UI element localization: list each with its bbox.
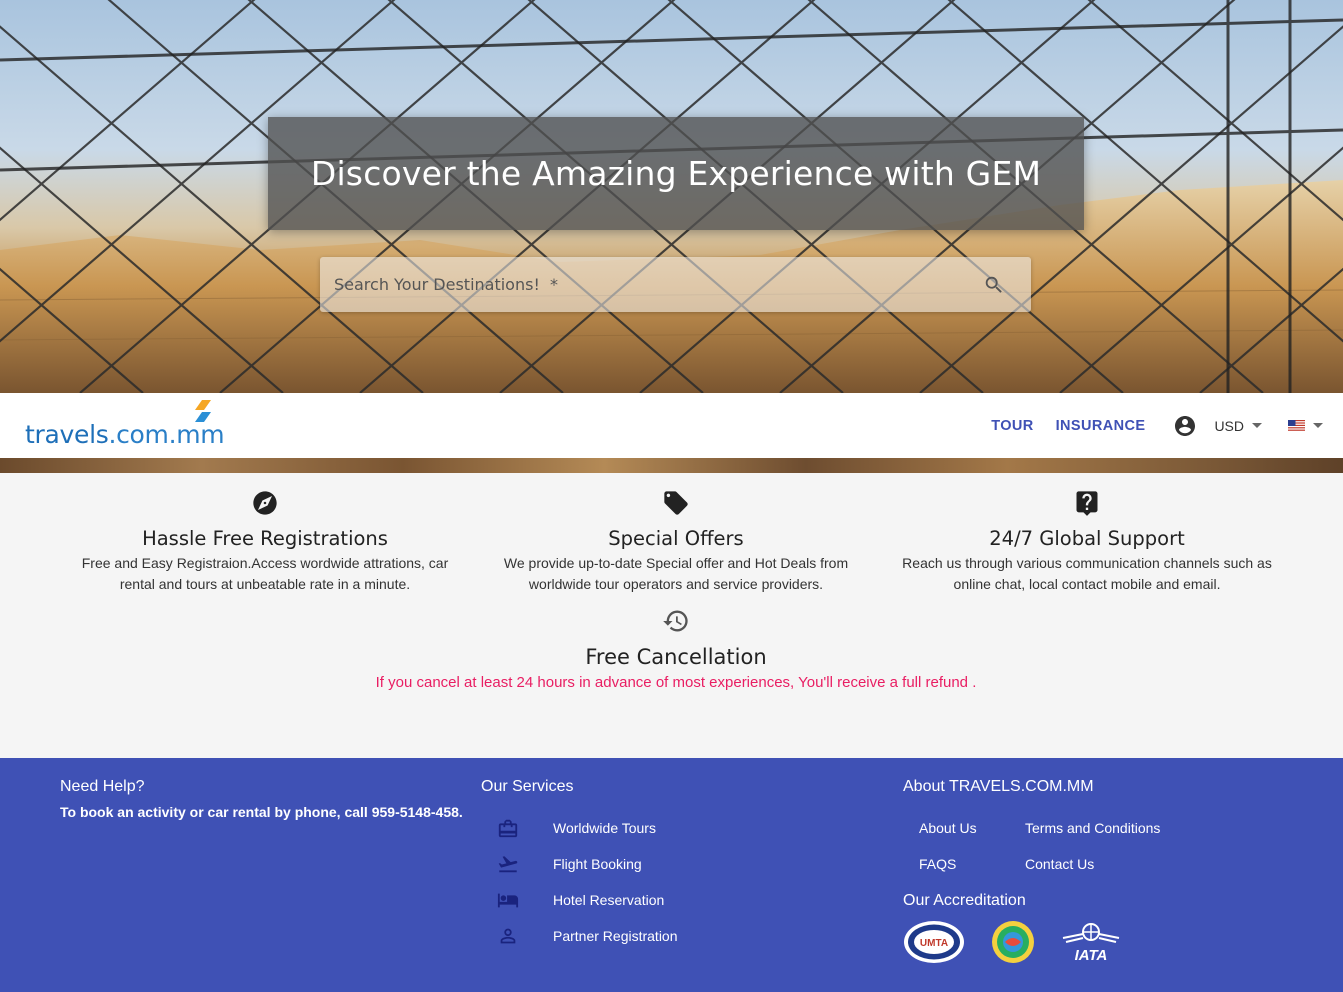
history-icon [663, 610, 688, 632]
service-flight-booking[interactable]: Flight Booking [481, 846, 891, 882]
accreditation-badges: UMTA IATA [903, 920, 1313, 964]
nav-link-tour[interactable]: TOUR [991, 418, 1033, 434]
currency-select[interactable]: USD [1214, 418, 1262, 434]
service-label: Partner Registration [553, 928, 678, 944]
footer-help-text: To book an activity or car rental by pho… [60, 804, 463, 820]
service-partner-registration[interactable]: Partner Registration [481, 918, 891, 954]
destination-search-input[interactable] [320, 257, 983, 312]
features-section: Hassle Free Registrations Free and Easy … [0, 473, 1343, 758]
service-label: Worldwide Tours [553, 820, 656, 836]
svg-text:UMTA: UMTA [920, 938, 948, 949]
chevron-down-icon [1252, 423, 1262, 428]
contact-us-link[interactable]: Contact Us [1025, 846, 1225, 882]
feature-title: 24/7 Global Support [989, 527, 1185, 550]
hero-image-strip [0, 458, 1343, 473]
footer-help-heading: Need Help? [60, 778, 145, 795]
person-icon [500, 928, 516, 944]
hero-title-box: Discover the Amazing Experience with GEM [268, 117, 1084, 230]
faqs-link[interactable]: FAQS [919, 846, 1025, 882]
cancellation-description: If you cancel at least 24 hours in advan… [375, 674, 977, 691]
service-hotel-reservation[interactable]: Hotel Reservation [481, 882, 891, 918]
feature-description: Reach us through various communication c… [902, 555, 1272, 592]
service-label: Hotel Reservation [553, 892, 665, 908]
service-worldwide-tours[interactable]: Worldwide Tours [481, 810, 891, 846]
logo-text: travels.com.mm [25, 420, 225, 449]
logo-mark-icon [195, 400, 211, 422]
navbar: travels.com.mm TOUR INSURANCE USD [0, 393, 1343, 458]
nav-link-insurance[interactable]: INSURANCE [1056, 418, 1146, 434]
footer-services-heading: Our Services [481, 778, 574, 795]
compass-icon [253, 491, 277, 515]
footer: Need Help? To book an activity or car re… [0, 758, 1343, 992]
svg-text:IATA: IATA [1075, 947, 1108, 964]
cancellation-title: Free Cancellation [585, 645, 767, 669]
tourism-association-badge-icon [992, 921, 1034, 963]
footer-about-heading: About TRAVELS.COM.MM [903, 778, 1094, 795]
tag-icon [664, 491, 688, 515]
hotel-bed-icon [497, 893, 519, 908]
live-help-icon [1076, 491, 1098, 516]
terms-link[interactable]: Terms and Conditions [1025, 810, 1225, 846]
feature-global-support: 24/7 Global Support Reach us through var… [882, 489, 1292, 595]
flight-takeoff-icon [498, 856, 518, 873]
feature-description: We provide up-to-date Special offer and … [503, 555, 849, 592]
accreditation-heading: Our Accreditation [903, 892, 1026, 909]
currency-value: USD [1214, 417, 1244, 434]
hero-banner: Discover the Amazing Experience with GEM [0, 0, 1343, 393]
chevron-down-icon [1313, 423, 1323, 428]
feature-free-cancellation: Free Cancellation If you cancel at least… [271, 607, 1081, 691]
language-select[interactable] [1288, 419, 1323, 432]
footer-services: Our Services Worldwide Tours Flight Book… [481, 778, 891, 954]
footer-about: About TRAVELS.COM.MM About Us Terms and … [903, 778, 1313, 964]
iata-badge-icon: IATA [1062, 923, 1120, 964]
service-label: Flight Booking [553, 856, 642, 872]
search-icon[interactable] [983, 274, 1005, 296]
briefcase-icon [498, 819, 518, 838]
account-circle-icon[interactable] [1173, 414, 1197, 438]
feature-special-offers: Special Offers We provide up-to-date Spe… [471, 489, 881, 595]
footer-help: Need Help? To book an activity or car re… [60, 778, 470, 820]
about-us-link[interactable]: About Us [919, 810, 1025, 846]
feature-hassle-free: Hassle Free Registrations Free and Easy … [60, 489, 470, 595]
destination-search-box [320, 257, 1031, 312]
feature-description: Free and Easy Registraion.Access wordwid… [81, 555, 449, 592]
hero-title: Discover the Amazing Experience with GEM [310, 154, 1042, 193]
site-logo[interactable]: travels.com.mm [25, 399, 225, 453]
feature-title: Hassle Free Registrations [142, 527, 388, 550]
us-flag-icon [1288, 419, 1305, 432]
umta-badge-icon: UMTA [904, 921, 964, 963]
feature-title: Special Offers [608, 527, 744, 550]
about-links: About Us Terms and Conditions FAQS Conta… [903, 810, 1313, 882]
services-list: Worldwide Tours Flight Booking Hotel Res… [481, 810, 891, 954]
navbar-right: TOUR INSURANCE USD [969, 393, 1323, 458]
